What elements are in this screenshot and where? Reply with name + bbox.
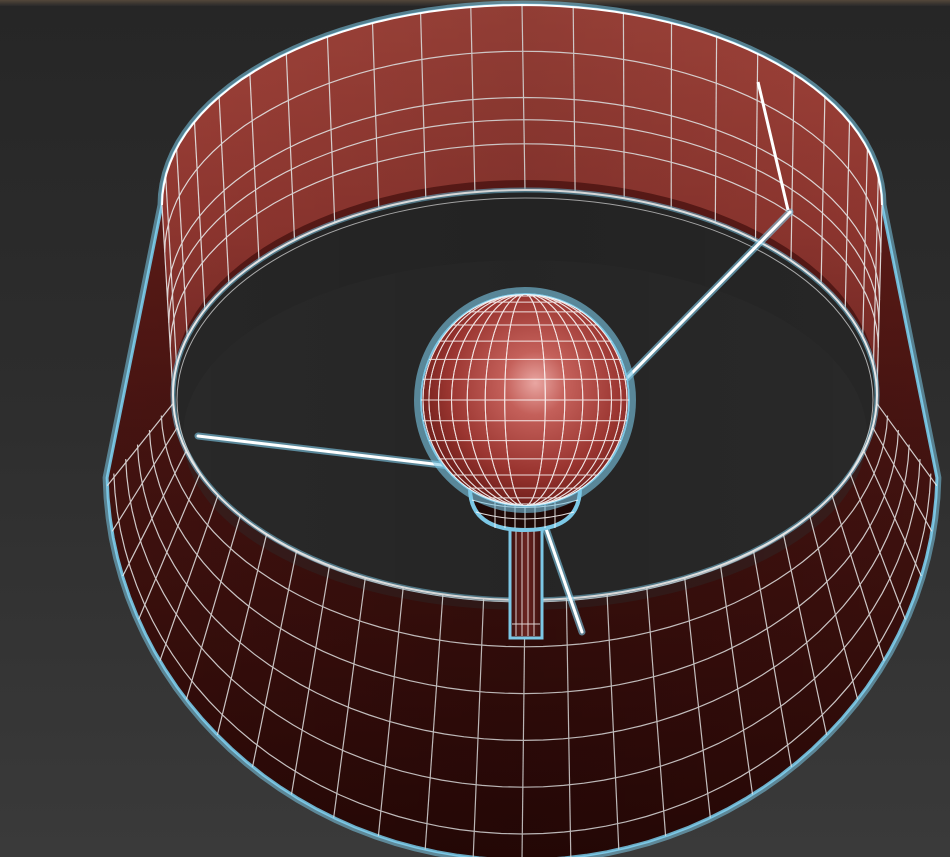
3d-viewport[interactable] (0, 0, 950, 857)
lamp-stem (508, 518, 544, 640)
viewport-scene[interactable] (0, 0, 950, 857)
